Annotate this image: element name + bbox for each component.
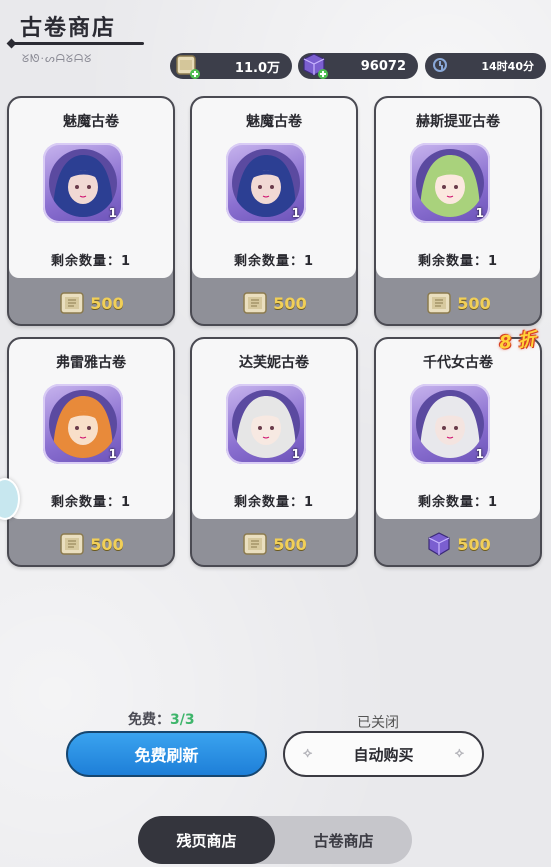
character-portrait: 1: [43, 143, 123, 223]
page-title: 古卷商店: [20, 16, 117, 41]
cube-amount: 96072: [360, 58, 406, 74]
scroll-currency[interactable]: 11.0万: [170, 53, 292, 79]
card-body: 千代女古卷 1 剩余数量：1: [376, 339, 540, 519]
item-name: 魅魔古卷: [63, 114, 119, 130]
price-row: 500: [192, 531, 356, 557]
tab-fragment-shop[interactable]: 残页商店: [138, 816, 275, 864]
price-value: 500: [273, 534, 307, 554]
clock-icon: [433, 58, 447, 72]
price-row: 500: [376, 290, 540, 316]
item-count: 1: [108, 447, 117, 461]
item-count: 1: [291, 447, 300, 461]
cube-currency[interactable]: 96072: [298, 53, 418, 79]
remaining-quantity: 剩余数量：1: [50, 254, 132, 269]
card-body: 魅魔古卷 1 剩余数量：1: [192, 98, 356, 278]
price-value: 500: [90, 293, 124, 313]
title-underline: [12, 42, 144, 45]
item-name: 魅魔古卷: [246, 114, 302, 130]
card-body: 魅魔古卷 1 剩余数量：1: [9, 98, 173, 278]
character-portrait: 1: [226, 143, 306, 223]
free-refresh-button[interactable]: 免费刷新: [66, 731, 267, 777]
shop-item-card[interactable]: 魅魔古卷 1 剩余数量：1 500: [190, 96, 358, 326]
item-name: 达芙妮古卷: [239, 355, 309, 371]
character-portrait: 1: [43, 384, 123, 464]
item-name: 千代女古卷: [423, 355, 493, 371]
auto-buy-status: 已关闭: [357, 715, 399, 731]
price-row: 500: [192, 290, 356, 316]
character-avatar: [416, 390, 484, 458]
free-label: 免费：: [128, 712, 170, 728]
cube-currency-icon: [303, 53, 328, 79]
cube-price-icon: [428, 532, 450, 556]
item-count: 1: [475, 206, 484, 220]
remaining-quantity: 剩余数量：1: [417, 254, 499, 269]
price-value: 500: [457, 534, 491, 554]
character-portrait: 1: [226, 384, 306, 464]
character-avatar: [232, 149, 300, 217]
character-avatar: [49, 149, 117, 217]
item-name: 赫斯提亚古卷: [416, 114, 500, 130]
scroll-currency-icon: [176, 55, 200, 79]
price-row: 500: [376, 531, 540, 557]
remaining-quantity: 剩余数量：1: [417, 495, 499, 510]
item-count: 1: [108, 206, 117, 220]
shop-item-card[interactable]: 千代女古卷 1 剩余数量：1 500: [374, 337, 542, 567]
price-row: 500: [9, 290, 173, 316]
item-name: 弗雷雅古卷: [56, 355, 126, 371]
free-ratio: 3/3: [170, 712, 195, 728]
refresh-timer: 14时40分: [425, 53, 546, 79]
auto-buy-button[interactable]: 自动购买: [283, 731, 484, 777]
character-portrait: 1: [410, 143, 490, 223]
remaining-quantity: 剩余数量：1: [50, 495, 132, 510]
price-row: 500: [9, 531, 173, 557]
scroll-amount: 11.0万: [234, 60, 280, 76]
scroll-price-icon: [60, 292, 85, 314]
item-count: 1: [291, 206, 300, 220]
scroll-price-icon: [427, 292, 452, 314]
price-value: 500: [457, 293, 491, 313]
scroll-price-icon: [243, 292, 268, 314]
free-refresh-info: 免费：3/3: [128, 709, 195, 729]
shop-item-card[interactable]: 弗雷雅古卷 1 剩余数量：1 500: [7, 337, 175, 567]
card-body: 达芙妮古卷 1 剩余数量：1: [192, 339, 356, 519]
auto-buy-label: 自动购买: [353, 745, 414, 764]
card-body: 赫斯提亚古卷 1 剩余数量：1: [376, 98, 540, 278]
character-avatar: [416, 149, 484, 217]
page-subtitle: ᘜᘚ·ᔕᗩᘜᗩᘜ: [22, 52, 93, 65]
timer-text: 14时40分: [481, 60, 534, 73]
scroll-price-icon: [60, 533, 85, 555]
item-count: 1: [475, 447, 484, 461]
shop-item-card[interactable]: 赫斯提亚古卷 1 剩余数量：1 500: [374, 96, 542, 326]
discount-badge: 8 折: [498, 329, 537, 354]
remaining-quantity: 剩余数量：1: [233, 495, 315, 510]
price-value: 500: [90, 534, 124, 554]
character-avatar: [49, 390, 117, 458]
character-avatar: [232, 390, 300, 458]
tab-scroll-shop[interactable]: 古卷商店: [275, 816, 412, 864]
price-value: 500: [273, 293, 307, 313]
character-portrait: 1: [410, 384, 490, 464]
scroll-price-icon: [243, 533, 268, 555]
shop-item-card[interactable]: 魅魔古卷 1 剩余数量：1 500: [7, 96, 175, 326]
remaining-quantity: 剩余数量：1: [233, 254, 315, 269]
card-body: 弗雷雅古卷 1 剩余数量：1: [9, 339, 173, 519]
shop-item-card[interactable]: 达芙妮古卷 1 剩余数量：1 500: [190, 337, 358, 567]
